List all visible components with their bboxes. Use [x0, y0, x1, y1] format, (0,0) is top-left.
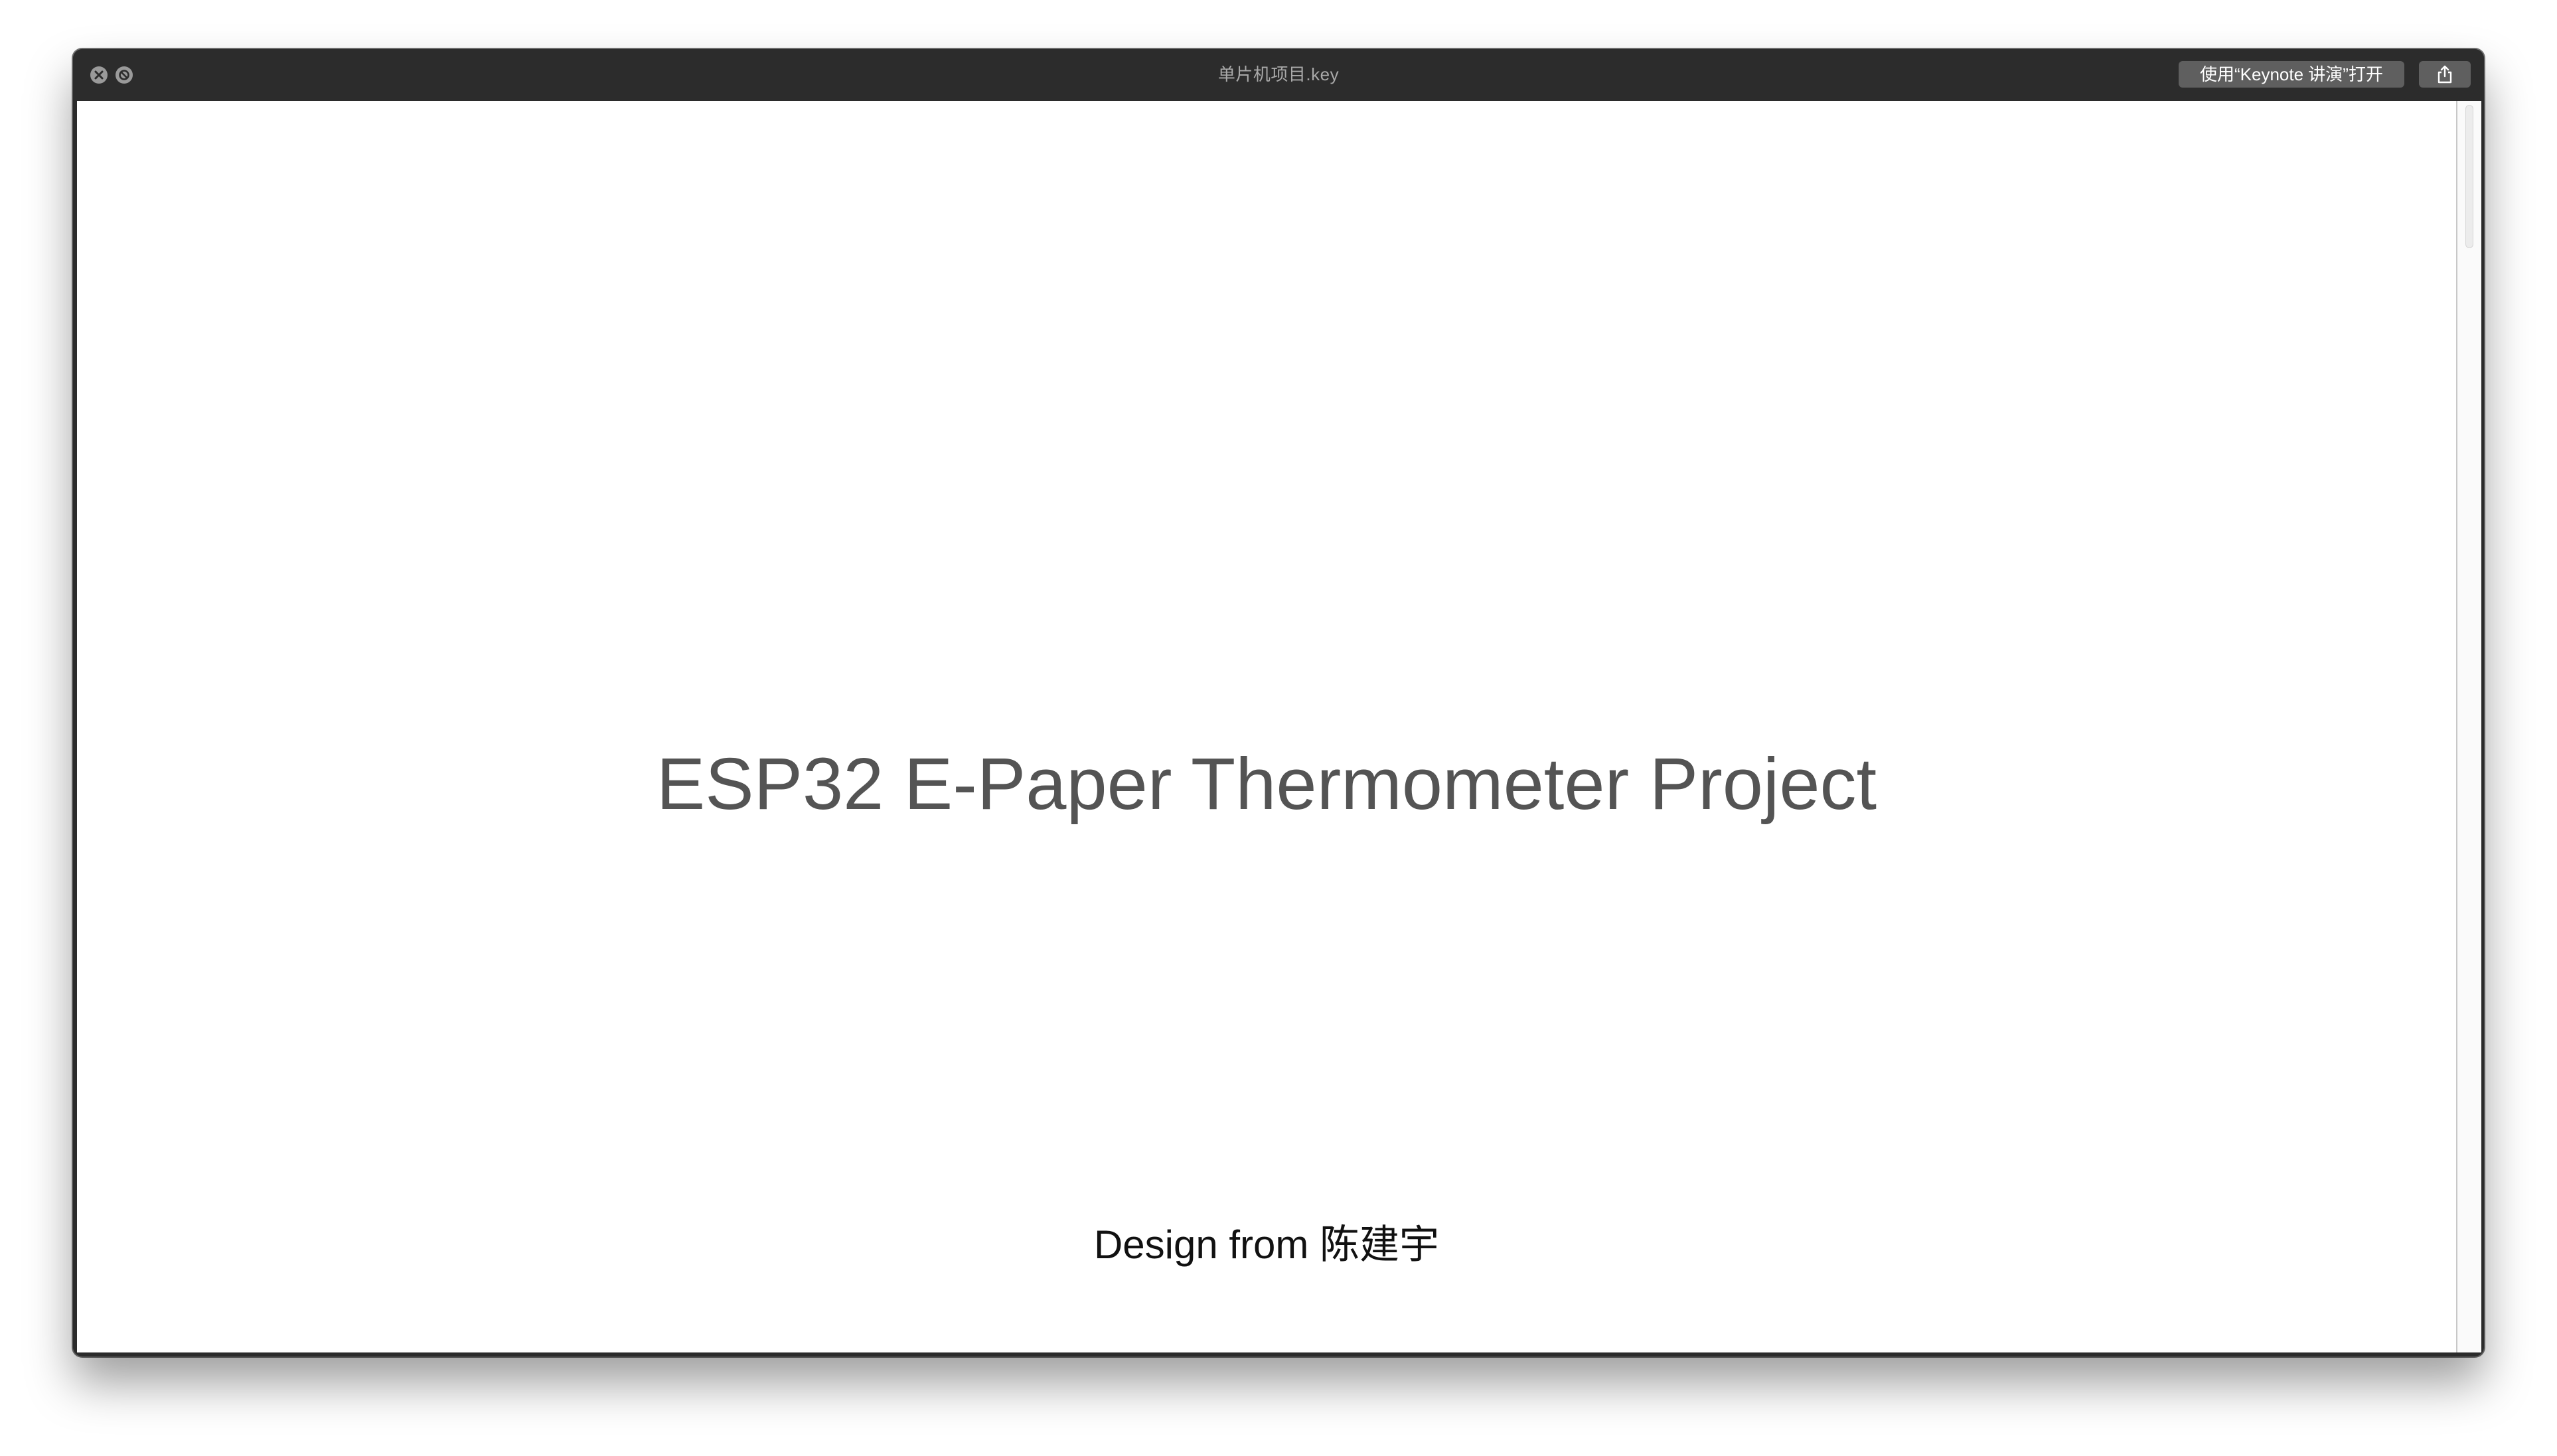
share-button[interactable]: [2419, 61, 2471, 88]
no-zoom-icon: [119, 70, 129, 80]
quicklook-window: 单片机项目.key 使用“Keynote 讲演”打开 ESP32 E-Paper…: [73, 49, 2484, 1356]
close-button[interactable]: [90, 66, 108, 84]
scrollbar-thumb[interactable]: [2465, 105, 2473, 248]
slide-title: ESP32 E-Paper Thermometer Project: [656, 743, 1877, 825]
slide-preview: ESP32 E-Paper Thermometer Project Design…: [77, 101, 2456, 1352]
window-title: 单片机项目.key: [1217, 64, 1340, 84]
slide-subtitle: Design from 陈建宇: [1093, 1222, 1440, 1267]
desktop: 单片机项目.key 使用“Keynote 讲演”打开 ESP32 E-Paper…: [0, 0, 2557, 1456]
open-with-keynote-button[interactable]: 使用“Keynote 讲演”打开: [2179, 61, 2404, 88]
fullscreen-button[interactable]: [116, 66, 133, 84]
close-icon: [94, 70, 104, 80]
title-bar: 单片机项目.key 使用“Keynote 讲演”打开: [73, 49, 2484, 100]
share-icon: [2438, 65, 2452, 84]
vertical-scrollbar[interactable]: [2456, 101, 2481, 1352]
